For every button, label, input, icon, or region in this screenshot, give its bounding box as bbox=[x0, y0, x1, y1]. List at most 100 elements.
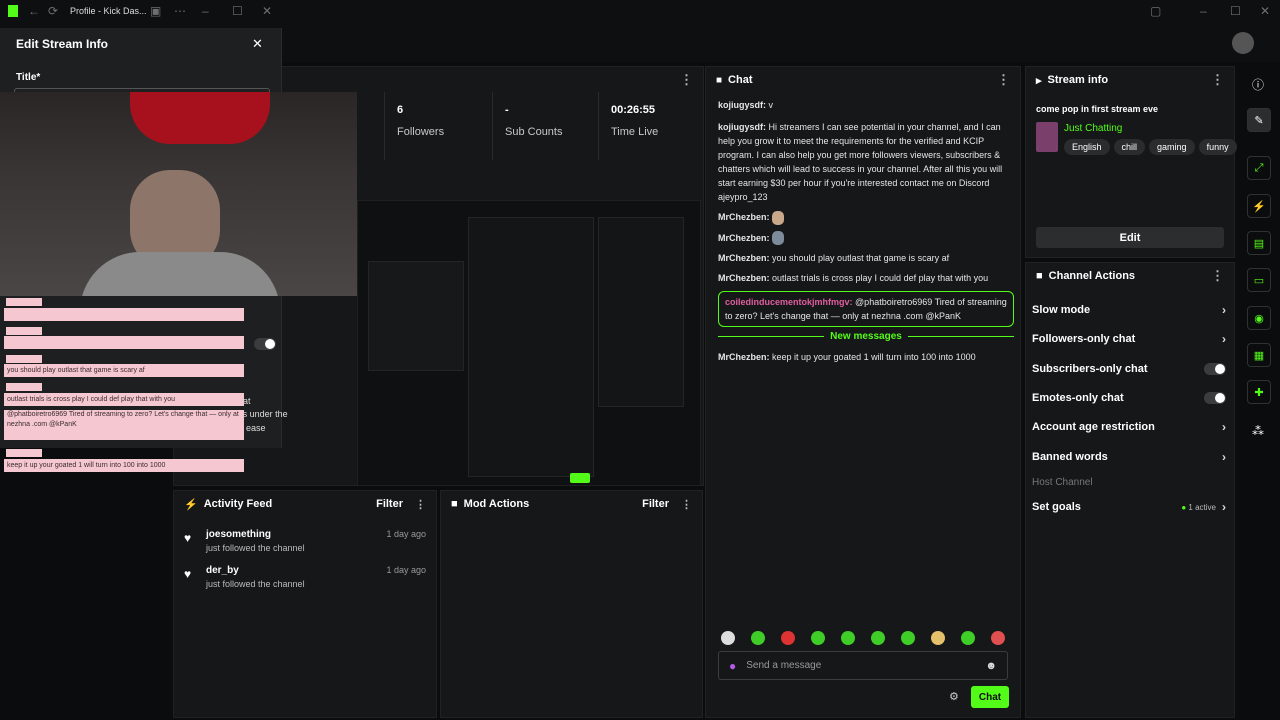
preview-info-thumb bbox=[598, 217, 684, 407]
minimize-icon[interactable]: – bbox=[202, 4, 209, 18]
emotes-only-toggle[interactable] bbox=[1204, 392, 1226, 404]
sidebar-icon[interactable]: ▢ bbox=[1150, 4, 1161, 18]
chat-username[interactable]: kojiugysdf: bbox=[718, 122, 766, 132]
chat-icon[interactable]: ▭ bbox=[1247, 268, 1271, 292]
kebab-icon[interactable]: ⋮ bbox=[1211, 268, 1224, 284]
mod-actions-title: Mod Actions bbox=[463, 498, 530, 510]
action-slow-mode[interactable]: Slow mode › bbox=[1032, 300, 1226, 320]
stat-label: Sub Counts bbox=[505, 126, 563, 138]
minimize-icon[interactable]: – bbox=[1200, 4, 1207, 18]
action-label: Banned words bbox=[1032, 451, 1108, 463]
microphone-icon[interactable]: ● bbox=[729, 659, 736, 673]
feed-action: just followed the channel bbox=[206, 579, 305, 589]
chat-message: MrChezben: you should play outlast that … bbox=[718, 251, 1014, 265]
chat-text: keep it up your goated 1 will turn into … bbox=[772, 352, 976, 363]
emote-icon[interactable] bbox=[901, 631, 915, 645]
back-icon[interactable]: ← bbox=[28, 4, 40, 18]
chevron-right-icon: › bbox=[1222, 450, 1226, 464]
send-chat-button[interactable]: Chat bbox=[971, 686, 1009, 708]
category-name[interactable]: Just Chatting bbox=[1064, 123, 1122, 134]
split-icon[interactable]: ▣ bbox=[150, 4, 161, 18]
chat-message: MrChezben: keep it up your goated 1 will… bbox=[718, 350, 1014, 364]
wrench-icon[interactable]: ✚ bbox=[1247, 380, 1271, 404]
new-messages-divider[interactable]: New messages bbox=[718, 331, 1014, 342]
emote-icon[interactable] bbox=[841, 631, 855, 645]
overlay-user-tag bbox=[6, 449, 42, 457]
kebab-icon[interactable]: ⋮ bbox=[680, 72, 693, 88]
stream-preview[interactable] bbox=[357, 200, 701, 486]
action-account-age[interactable]: Account age restriction › bbox=[1032, 417, 1226, 437]
toggle-partial[interactable] bbox=[254, 338, 276, 350]
edit-stream-info-button[interactable]: Edit bbox=[1036, 227, 1224, 248]
shield-icon: ■ bbox=[1036, 270, 1043, 282]
new-messages-label: New messages bbox=[830, 331, 902, 343]
document-icon[interactable]: ▤ bbox=[1247, 231, 1271, 255]
emoji-picker-icon[interactable]: ☻ bbox=[985, 660, 997, 672]
action-followers-only[interactable]: Followers-only chat › bbox=[1032, 329, 1226, 349]
broadcast-icon[interactable]: ◉ bbox=[1247, 306, 1271, 330]
chat-username[interactable]: MrChezben: bbox=[718, 253, 770, 263]
chevron-right-icon: › bbox=[1222, 500, 1226, 514]
stat-value: - bbox=[505, 104, 509, 116]
maximize-icon[interactable]: ☐ bbox=[232, 4, 243, 18]
emote-icon[interactable] bbox=[721, 631, 735, 645]
streamer-body bbox=[80, 252, 280, 296]
modal-partial-text: ease bbox=[246, 423, 266, 433]
maximize-icon[interactable]: ☐ bbox=[1230, 4, 1241, 18]
chat-username[interactable]: MrChezben: bbox=[718, 352, 770, 362]
settings-gear-icon[interactable]: ⚙ bbox=[949, 690, 959, 703]
kebab-icon[interactable]: ⋮ bbox=[1211, 72, 1224, 88]
emote-icon[interactable] bbox=[781, 631, 795, 645]
chat-username[interactable]: MrChezben: bbox=[718, 233, 770, 243]
avatar[interactable] bbox=[1232, 32, 1254, 54]
filter-button[interactable]: Filter bbox=[642, 498, 669, 510]
more-icon[interactable]: ⋯ bbox=[174, 4, 186, 18]
close-window-icon[interactable]: ✕ bbox=[262, 4, 272, 18]
apps-icon[interactable]: ⁂ bbox=[1252, 424, 1264, 438]
close-icon[interactable]: ✕ bbox=[252, 36, 263, 52]
chat-header: ■ Chat ⋮ bbox=[706, 67, 1020, 93]
pencil-icon[interactable]: ✎ bbox=[1247, 108, 1271, 132]
chat-bubble-icon: ■ bbox=[716, 74, 723, 86]
subscribers-only-toggle[interactable] bbox=[1204, 363, 1226, 375]
stat-value: 00:26:55 bbox=[611, 104, 656, 116]
category-thumbnail[interactable] bbox=[1036, 122, 1058, 152]
stat-followers: 6 Followers bbox=[384, 92, 492, 160]
emote-icon[interactable] bbox=[961, 631, 975, 645]
overlay-chat-bar: outlast trials is cross play I could def… bbox=[4, 393, 244, 406]
kebab-icon[interactable]: ⋮ bbox=[415, 498, 426, 511]
emote-icon[interactable] bbox=[931, 631, 945, 645]
chat-text: outlast trials is cross play I could def… bbox=[772, 273, 989, 284]
chat-input[interactable]: ● Send a message ☻ bbox=[718, 651, 1008, 680]
filter-button[interactable]: Filter bbox=[376, 498, 403, 510]
chat-username[interactable]: coiledinducementokjmhfmgv: bbox=[725, 297, 853, 307]
tab-title[interactable]: Profile - Kick Das... bbox=[70, 6, 147, 16]
feed-username[interactable]: der_by bbox=[206, 565, 239, 576]
shield-icon: ■ bbox=[451, 498, 458, 510]
action-set-goals[interactable]: Set goals ● 1 active › bbox=[1032, 497, 1226, 517]
chat-username[interactable]: MrChezben: bbox=[718, 273, 770, 283]
emote-icon[interactable] bbox=[751, 631, 765, 645]
emote-icon[interactable] bbox=[991, 631, 1005, 645]
emote-icon[interactable] bbox=[871, 631, 885, 645]
lightning-icon[interactable]: ⚡ bbox=[1247, 194, 1271, 218]
chat-username[interactable]: kojiugysdf: bbox=[718, 100, 766, 110]
fullscreen-icon[interactable]: ⤢ bbox=[1247, 156, 1271, 180]
chat-message: kojiugysdf: v bbox=[718, 98, 1014, 112]
info-icon[interactable]: ⓘ bbox=[1252, 76, 1264, 93]
chat-text: you should play outlast that game is sca… bbox=[772, 253, 950, 264]
emote-icon bbox=[772, 231, 785, 246]
kebab-icon[interactable]: ⋮ bbox=[681, 498, 692, 511]
heart-icon: ♥ bbox=[184, 567, 192, 581]
kebab-icon[interactable]: ⋮ bbox=[997, 72, 1010, 88]
close-window-icon[interactable]: ✕ bbox=[1260, 4, 1270, 18]
chat-username[interactable]: MrChezben: bbox=[718, 212, 770, 222]
layout-icon[interactable]: ▦ bbox=[1247, 343, 1271, 367]
action-banned-words[interactable]: Banned words › bbox=[1032, 447, 1226, 467]
refresh-icon[interactable]: ⟳ bbox=[48, 4, 58, 18]
mod-actions-header: ■ Mod Actions Filter ⋮ bbox=[441, 491, 702, 517]
feed-username[interactable]: joesomething bbox=[206, 529, 271, 540]
chevron-right-icon: › bbox=[1222, 420, 1226, 434]
emote-icon[interactable] bbox=[811, 631, 825, 645]
overlay-user-tag bbox=[6, 327, 42, 335]
